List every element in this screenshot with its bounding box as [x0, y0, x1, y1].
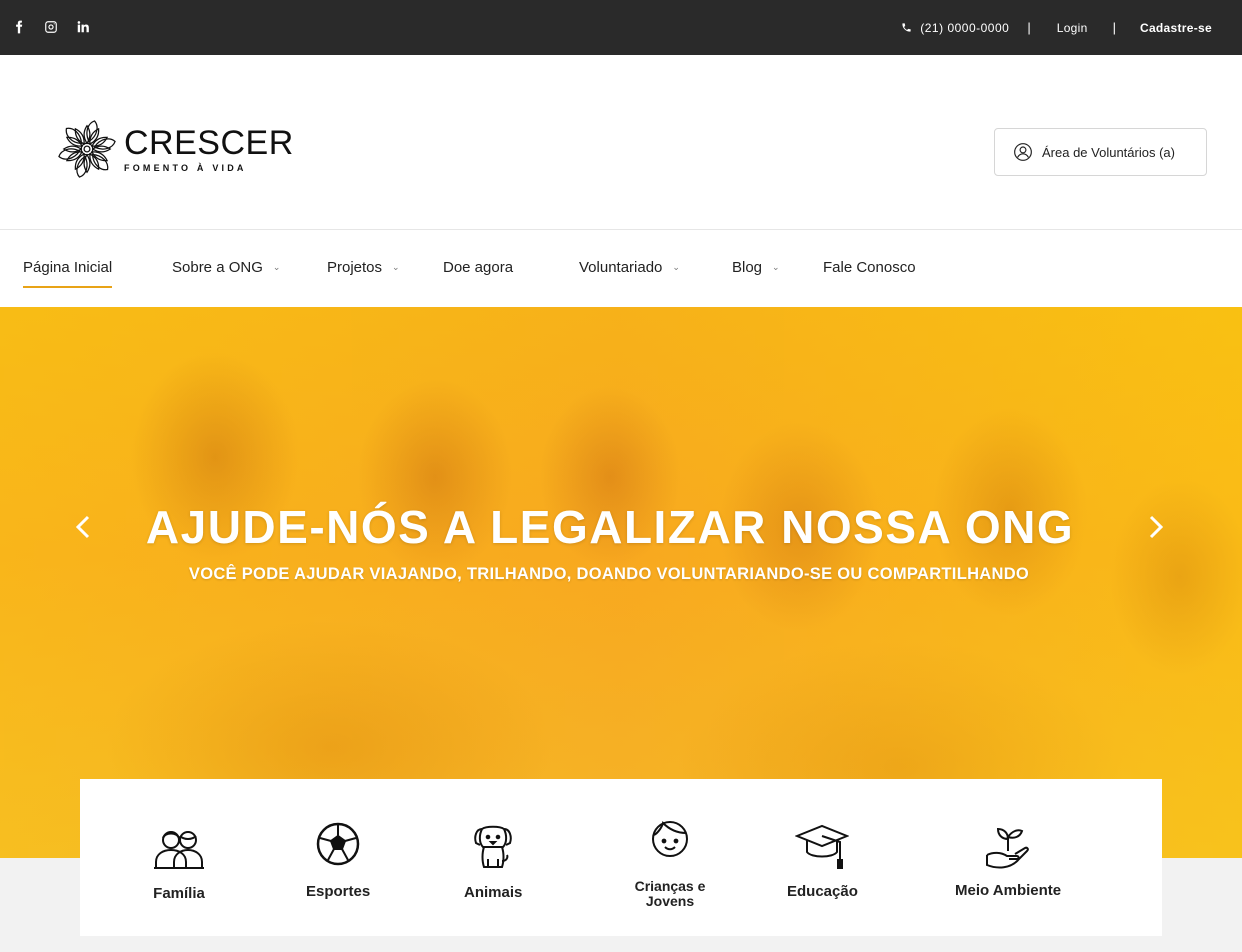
categories-panel: Família Esportes Animais Crianças e Jove…: [80, 779, 1162, 936]
chevron-right-icon: [1149, 515, 1163, 539]
chevron-down-icon: ⌄: [672, 261, 680, 272]
hero-subtitle: VOCÊ PODE AJUDAR VIAJANDO, TRILHANDO, DO…: [188, 565, 1030, 583]
login-link[interactable]: Login: [1057, 21, 1088, 35]
category-label: Família: [153, 885, 205, 902]
category-label: Educação: [787, 883, 858, 900]
child-icon: [652, 821, 688, 857]
linkedin-icon[interactable]: [74, 17, 92, 37]
brand-tagline: FOMENTO À VIDA: [124, 162, 247, 173]
category-label: Meio Ambiente: [955, 882, 1062, 899]
phone-number: (21) 0000-0000: [920, 20, 1010, 35]
category-label: Animais: [464, 884, 523, 901]
phone-icon: [902, 23, 911, 32]
social-links: [10, 17, 92, 37]
category-label: Crianças e Jovens: [634, 878, 706, 909]
mandala-logo-icon: [58, 120, 116, 178]
top-bar: (21) 0000-0000 | Login | Cadastre-se: [0, 0, 1242, 55]
category-animals[interactable]: Animais: [464, 823, 522, 900]
volunteer-area-button[interactable]: Área de Voluntários (a): [994, 128, 1207, 176]
user-icon: [1014, 143, 1032, 161]
chevron-down-icon: ⌄: [772, 261, 780, 272]
category-label: Esportes: [306, 883, 371, 900]
family-icon: [154, 831, 204, 869]
nav-item-label: Página Inicial: [23, 258, 113, 276]
nav-item-label: Projetos: [327, 258, 383, 276]
nav-item-label: Blog: [732, 258, 763, 276]
site-header: CRESCER FOMENTO À VIDA Área de Voluntári…: [0, 55, 1242, 230]
category-children-youth[interactable]: Crianças e Jovens: [630, 817, 710, 909]
signup-link[interactable]: Cadastre-se: [1140, 21, 1212, 35]
graduation-cap-icon: [795, 824, 850, 869]
plant-hand-icon: [986, 827, 1029, 869]
nav-item-contact[interactable]: Fale Conosco: [823, 256, 916, 278]
brand-name: CRESCER: [124, 123, 294, 162]
nav-item-label: Voluntariado: [579, 258, 663, 276]
nav-item-blog[interactable]: Blog ⌄: [732, 256, 780, 278]
soccer-ball-icon: [316, 822, 360, 866]
separator: |: [1027, 20, 1031, 35]
volunteer-area-label: Área de Voluntários (a): [1042, 144, 1175, 160]
hero-title: AJUDE-NÓS A LEGALIZAR NOSSA ONG: [145, 501, 1075, 553]
nav-item-label: Sobre a ONG: [172, 258, 263, 276]
dog-icon: [474, 825, 512, 868]
top-right-links: (21) 0000-0000 | Login | Cadastre-se: [901, 0, 1212, 55]
category-sports[interactable]: Esportes: [306, 822, 370, 899]
hero-slider: AJUDE-NÓS A LEGALIZAR NOSSA ONG VOCÊ POD…: [0, 307, 1242, 858]
logo[interactable]: CRESCER FOMENTO À VIDA: [56, 118, 294, 180]
nav-item-label: Fale Conosco: [823, 258, 916, 276]
chevron-down-icon: ⌄: [392, 261, 400, 272]
category-environment[interactable]: Meio Ambiente: [955, 821, 1061, 898]
category-education[interactable]: Educação: [787, 822, 858, 899]
nav-item-donate[interactable]: Doe agora: [443, 256, 513, 278]
chevron-down-icon: ⌄: [272, 261, 281, 272]
facebook-icon[interactable]: [10, 17, 28, 37]
separator: |: [1112, 20, 1116, 35]
slider-next-button[interactable]: [1141, 512, 1171, 542]
nav-item-about[interactable]: Sobre a ONG ⌄: [172, 256, 280, 278]
main-nav: Página Inicial Sobre a ONG ⌄ Projetos ⌄ …: [0, 230, 1242, 307]
nav-item-volunteering[interactable]: Voluntariado ⌄: [579, 256, 680, 278]
nav-item-label: Doe agora: [443, 258, 514, 276]
category-family[interactable]: Família: [152, 824, 206, 901]
phone-contact[interactable]: (21) 0000-0000: [901, 21, 1009, 35]
nav-item-home[interactable]: Página Inicial: [23, 256, 113, 288]
instagram-icon[interactable]: [42, 17, 60, 37]
nav-item-projects[interactable]: Projetos ⌄: [327, 256, 400, 278]
